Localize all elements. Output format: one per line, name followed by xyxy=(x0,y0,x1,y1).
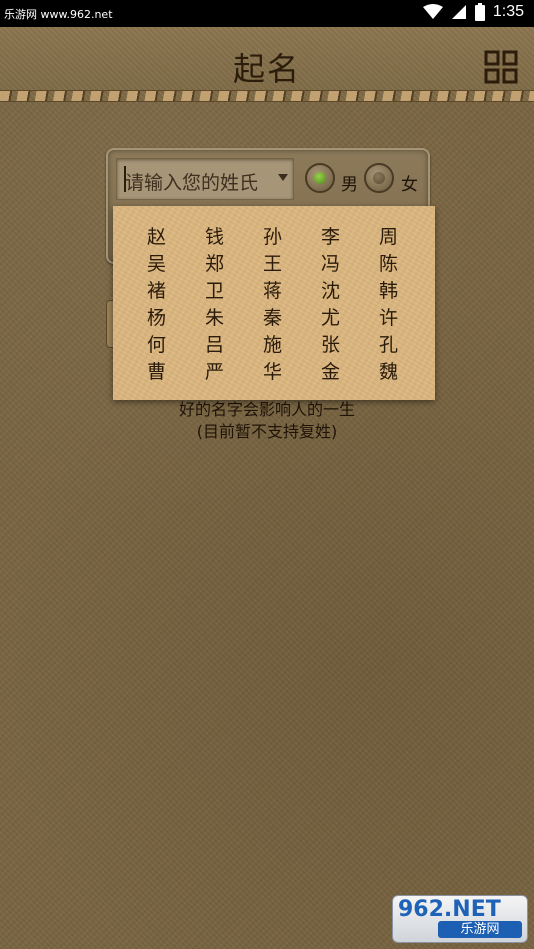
surname-option[interactable]: 吕 xyxy=(185,330,243,357)
surname-input[interactable]: 请输入您的姓氏 xyxy=(116,158,294,200)
surname-option[interactable]: 陈 xyxy=(359,249,417,276)
radio-male-label[interactable]: 男 xyxy=(341,170,358,195)
surname-option[interactable]: 华 xyxy=(243,357,301,384)
dropdown-arrow-icon[interactable] xyxy=(278,174,288,181)
grid-menu-icon[interactable] xyxy=(484,50,518,84)
status-bar: 乐游网 www.962.net 1:35 xyxy=(0,0,534,27)
surname-option[interactable]: 沈 xyxy=(301,276,359,303)
radio-male[interactable] xyxy=(305,163,335,193)
surname-option[interactable]: 吴 xyxy=(127,249,185,276)
battery-icon xyxy=(474,3,485,21)
surname-option[interactable]: 魏 xyxy=(359,357,417,384)
surname-option[interactable]: 张 xyxy=(301,330,359,357)
surname-option[interactable]: 曹 xyxy=(127,357,185,384)
page-title: 起名 xyxy=(232,50,301,88)
watermark-logo: 962.NET 乐游网 xyxy=(392,895,528,943)
surname-option[interactable]: 严 xyxy=(185,357,243,384)
surname-option[interactable]: 许 xyxy=(359,303,417,330)
surname-option[interactable]: 郑 xyxy=(185,249,243,276)
surname-dropdown: 赵 钱 孙 李 周 吴 郑 王 冯 陈 褚 卫 蒋 沈 韩 杨 朱 秦 尤 许 … xyxy=(113,206,435,400)
surname-option[interactable]: 秦 xyxy=(243,303,301,330)
cellular-icon xyxy=(451,5,466,19)
surname-options-grid: 赵 钱 孙 李 周 吴 郑 王 冯 陈 褚 卫 蒋 沈 韩 杨 朱 秦 尤 许 … xyxy=(127,222,417,384)
surname-option[interactable]: 朱 xyxy=(185,303,243,330)
text-caret xyxy=(124,166,126,192)
watermark-bottom-text: 乐游网 xyxy=(438,921,522,938)
surname-option[interactable]: 钱 xyxy=(185,222,243,249)
surname-option[interactable]: 杨 xyxy=(127,303,185,330)
radio-female-label[interactable]: 女 xyxy=(401,170,418,195)
radio-male-dot xyxy=(314,172,326,184)
status-site-text: 乐游网 www.962.net xyxy=(4,8,113,21)
status-time: 1:35 xyxy=(492,3,524,20)
watermark-top-text: 962.NET xyxy=(398,897,501,922)
surname-option[interactable]: 赵 xyxy=(127,222,185,249)
radio-female[interactable] xyxy=(364,163,394,193)
surname-option[interactable]: 卫 xyxy=(185,276,243,303)
surname-option[interactable]: 褚 xyxy=(127,276,185,303)
hint-line-2: (目前暂不支持复姓) xyxy=(196,422,338,441)
radio-female-dot xyxy=(373,172,385,184)
surname-option[interactable]: 蒋 xyxy=(243,276,301,303)
surname-placeholder: 请输入您的姓氏 xyxy=(125,172,259,194)
surname-option[interactable]: 周 xyxy=(359,222,417,249)
surname-option[interactable]: 何 xyxy=(127,330,185,357)
surname-option[interactable]: 韩 xyxy=(359,276,417,303)
status-icons: 1:35 xyxy=(422,3,524,21)
surname-option[interactable]: 尤 xyxy=(301,303,359,330)
surname-option[interactable]: 孙 xyxy=(243,222,301,249)
surname-option[interactable]: 金 xyxy=(301,357,359,384)
surname-option[interactable]: 孔 xyxy=(359,330,417,357)
screen: 乐游网 www.962.net 1:35 起名 请输入您的姓氏 男 女 好的名字… xyxy=(0,0,534,949)
stitch-divider xyxy=(0,90,534,102)
surname-option[interactable]: 李 xyxy=(301,222,359,249)
wifi-icon xyxy=(422,4,443,19)
surname-option[interactable]: 王 xyxy=(243,249,301,276)
surname-option[interactable]: 冯 xyxy=(301,249,359,276)
surname-option[interactable]: 施 xyxy=(243,330,301,357)
